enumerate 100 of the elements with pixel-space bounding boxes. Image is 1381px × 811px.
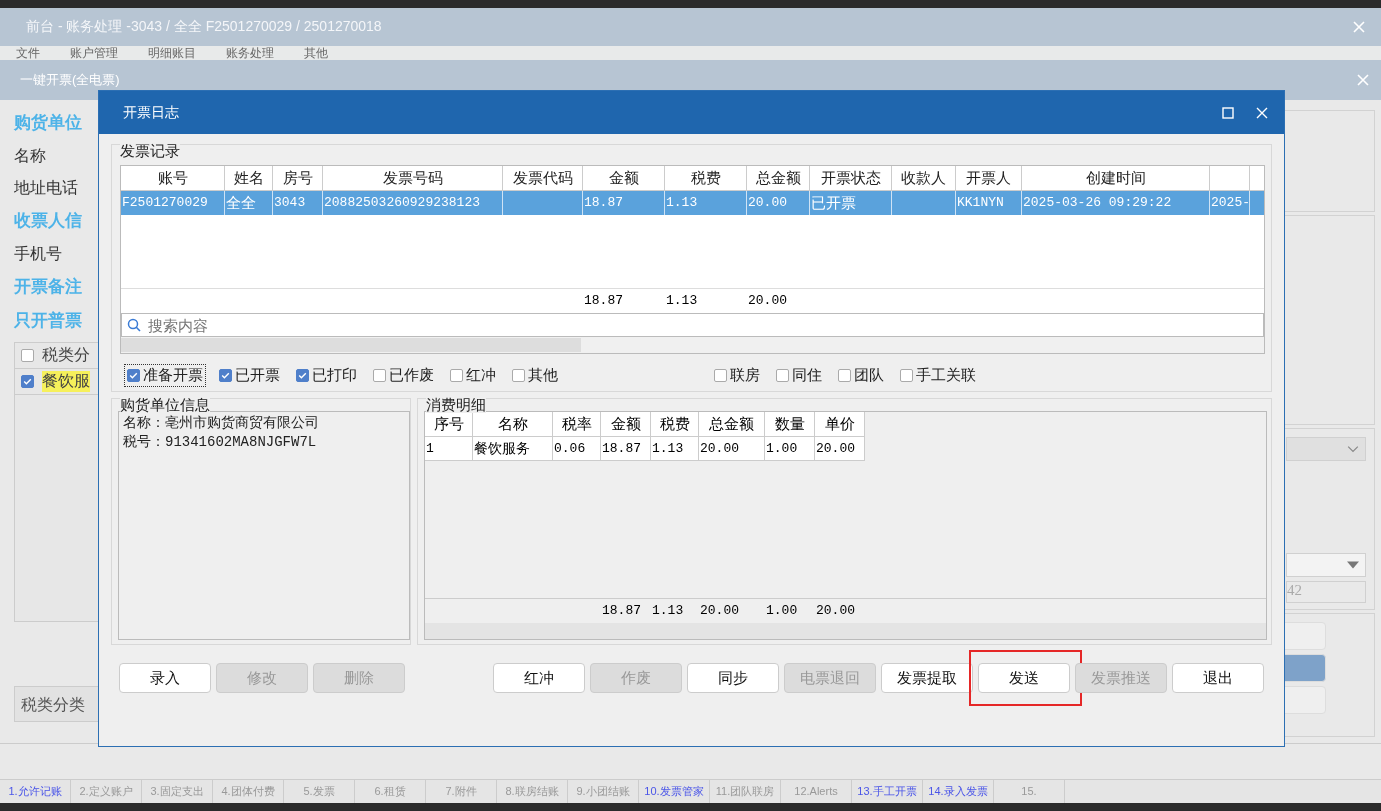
table-cell: 20.00	[816, 441, 855, 456]
column-header: 收款人	[901, 169, 946, 186]
checkbox-item[interactable]: 红冲	[447, 364, 499, 387]
checkbox-item[interactable]: 团队	[835, 364, 887, 387]
checkbox-label[interactable]: 同住	[792, 366, 822, 385]
checkbox-item[interactable]: 已开票	[216, 364, 283, 387]
checkbox[interactable]	[127, 369, 140, 382]
table-cell: 餐饮服务	[474, 439, 530, 458]
scrollbar-thumb[interactable]	[121, 338, 581, 352]
total-cell: 20.00	[700, 603, 739, 618]
checkbox[interactable]	[900, 369, 913, 382]
checkbox-label[interactable]: 已打印	[312, 366, 357, 385]
action-button[interactable]: 退出	[1172, 663, 1264, 693]
table-cell: 2025-03-26 09:29:22	[1023, 195, 1172, 210]
checkbox-label[interactable]: 已开票	[235, 366, 280, 385]
column-header: 发票号码	[382, 169, 443, 186]
menu-item[interactable]: 明细账目	[148, 46, 196, 60]
search-field[interactable]: 搜索内容	[121, 313, 1264, 337]
table-cell: KK1NYN	[957, 195, 1004, 210]
checkbox-label[interactable]: 手工关联	[916, 366, 976, 385]
checkbox[interactable]	[776, 369, 789, 382]
checkbox[interactable]	[219, 369, 232, 382]
checkbox-label[interactable]: 已作废	[389, 366, 434, 385]
table-cell: 1.00	[766, 441, 798, 456]
scrollbar[interactable]	[121, 337, 1264, 353]
menu-item[interactable]: 其他	[304, 46, 328, 60]
field-label: 地址电话	[14, 178, 79, 198]
action-button[interactable]: 发票提取	[881, 663, 973, 693]
caret-icon	[1347, 445, 1359, 453]
info-line: 税号：91341602MA8NJGFW7L	[123, 433, 318, 452]
checkbox-label[interactable]: 团队	[854, 366, 884, 385]
checkbox-item[interactable]: 手工关联	[897, 364, 979, 387]
column-header: 开票状态	[820, 169, 881, 186]
column-header: 总金额	[755, 169, 801, 186]
checkbox-label[interactable]: 其他	[528, 366, 558, 385]
table-cell: 餐饮服	[42, 371, 90, 392]
group-title: 发票记录	[120, 143, 180, 159]
menu-item[interactable]: 账务处理	[226, 46, 274, 60]
action-button[interactable]: 同步	[687, 663, 779, 693]
column-header: 序号	[433, 415, 464, 432]
checkbox[interactable]	[21, 349, 34, 362]
table-cell: 2025-	[1211, 195, 1250, 210]
column-header: 税类分	[42, 345, 90, 365]
column-header: 账号	[157, 169, 188, 186]
column-header: 发票代码	[512, 169, 573, 186]
section-heading: 只开普票	[14, 310, 83, 332]
search-icon	[127, 318, 141, 332]
action-button[interactable]: 录入	[119, 663, 211, 693]
section-heading: 收票人信	[14, 210, 83, 232]
action-button[interactable]: 发送	[978, 663, 1070, 693]
checkbox-item[interactable]: 联房	[711, 364, 763, 387]
checkbox-item[interactable]: 已打印	[293, 364, 360, 387]
column-header: 单价	[824, 415, 855, 432]
column-header: 开票人	[966, 169, 1011, 186]
column-header: 数量	[774, 415, 805, 432]
checkbox[interactable]	[21, 375, 34, 388]
checkbox-label[interactable]: 联房	[730, 366, 760, 385]
table-cell: 已开票	[811, 194, 856, 211]
section-heading: 开票备注	[14, 276, 83, 298]
checkbox-label[interactable]: 红冲	[466, 366, 496, 385]
checkbox-item[interactable]: 准备开票	[124, 364, 206, 387]
total-cell: 1.13	[652, 603, 684, 618]
action-button[interactable]: 红冲	[493, 663, 585, 693]
checkbox-item[interactable]: 已作废	[370, 364, 437, 387]
column-header: 税率	[561, 415, 592, 432]
table-cell: 1.13	[666, 195, 698, 210]
scrollbar[interactable]	[425, 623, 1266, 639]
column-header: 总金额	[709, 415, 754, 432]
checkbox-label[interactable]: 准备开票	[143, 366, 203, 385]
field-label: 名称	[14, 146, 47, 166]
table-cell: 0.06	[554, 441, 586, 456]
checkbox[interactable]	[512, 369, 525, 382]
checkbox[interactable]	[373, 369, 386, 382]
column-header: 房号	[282, 169, 313, 186]
checkbox-item[interactable]: 其他	[509, 364, 561, 387]
checkbox[interactable]	[450, 369, 463, 382]
section-heading: 购货单位	[14, 112, 83, 134]
total-cell: 20.00	[816, 603, 855, 618]
total-cell: 18.87	[584, 293, 623, 308]
checkbox-item[interactable]: 同住	[773, 364, 825, 387]
menu-item[interactable]: 账户管理	[70, 46, 118, 60]
close-icon[interactable]	[1256, 106, 1268, 119]
table-cell: 全全	[226, 194, 256, 211]
checkbox[interactable]	[714, 369, 727, 382]
total-cell: 1.00	[766, 603, 798, 618]
checkbox[interactable]	[838, 369, 851, 382]
dropdown[interactable]	[1286, 437, 1366, 461]
table-cell: 18.87	[584, 195, 623, 210]
group-title: 购货单位信息	[120, 397, 210, 413]
field-label: 手机号	[14, 244, 63, 264]
checkbox[interactable]	[296, 369, 309, 382]
column-header: 姓名	[233, 169, 264, 186]
table-cell: 20882503260929238123	[324, 195, 481, 210]
table-cell: 1.13	[652, 441, 684, 456]
table-cell: 20.00	[748, 195, 787, 210]
menu-item[interactable]: 文件	[16, 46, 40, 60]
table-cell: 3043	[274, 195, 306, 210]
table-cell: F2501270029	[122, 195, 208, 210]
dropdown[interactable]	[1286, 553, 1366, 577]
maximize-icon[interactable]	[1222, 106, 1234, 119]
